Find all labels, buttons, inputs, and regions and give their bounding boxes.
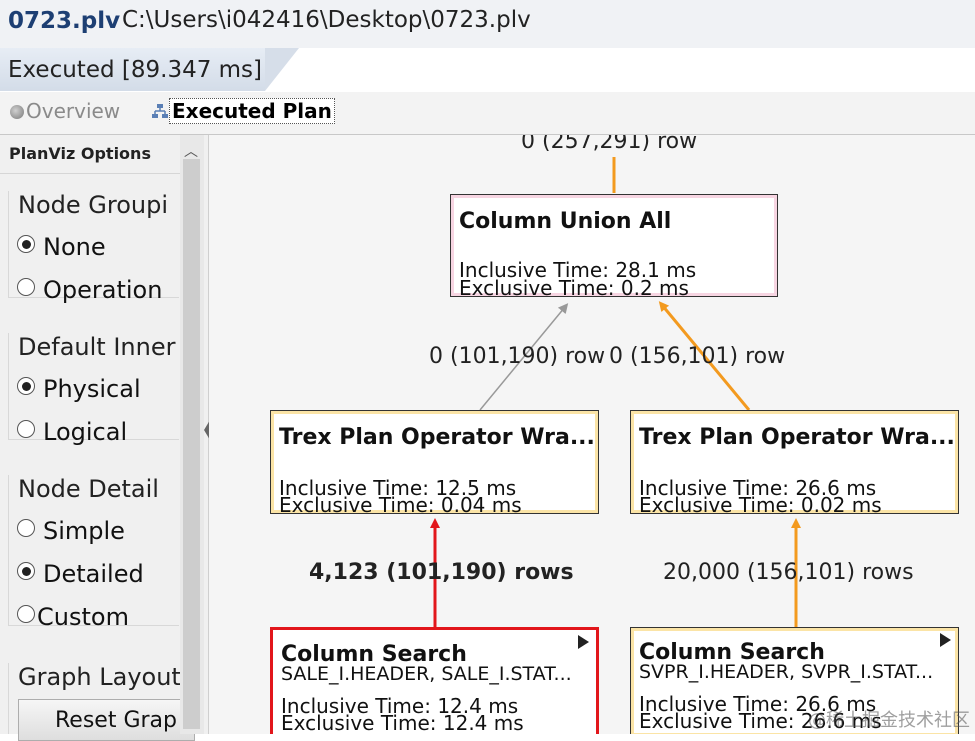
tab-executed-plan[interactable]: Executed Plan [152,98,335,124]
tab-overview[interactable]: Overview [10,99,120,123]
radio-physical[interactable]: Physical [17,375,141,403]
radio-icon [17,519,35,537]
radio-icon [17,278,35,296]
radio-icon [17,235,35,253]
radio-icon [17,562,35,580]
radio-label: Simple [43,517,125,545]
node-exclusive-time: Exclusive Time: 12.4 ms [281,711,524,734]
node-title: Trex Plan Operator Wra... [279,425,595,450]
radio-label: Operation [43,276,163,304]
tab-overview-label: Overview [26,99,121,123]
scrollbar-thumb[interactable] [183,159,200,729]
radio-operation[interactable]: Operation [17,276,162,304]
node-column-union-all[interactable]: Column Union All Inclusive Time: 28.1 ms… [450,194,778,300]
play-icon[interactable] [578,635,589,649]
tab-executed-plan-label: Executed Plan [169,98,335,124]
tab-wedge [265,48,299,91]
panel-scrollbar[interactable]: ︿ [180,135,204,734]
reset-graph-button[interactable]: Reset Grap [18,699,195,741]
edge-label-top: 0 (257,291) row [521,135,698,154]
planviz-options-panel: PlanViz Options Node Groupi None Operati… [0,135,209,741]
edge-label-left-upper: 0 (101,190) row [429,344,606,369]
node-column-search-left[interactable]: Column Search SALE_I.HEADER, SALE_I.STAT… [270,627,599,734]
group-title: Node Groupi [18,191,168,219]
watermark: @稀土掘金技术社区 [808,710,970,731]
executed-tab[interactable]: Executed [89.347 ms] [0,48,265,91]
radio-label: Logical [43,418,128,446]
edge-label-right-upper: 0 (156,101) row [609,344,786,369]
node-exclusive-time: Exclusive Time: 0.2 ms [459,276,689,300]
edge-label-left-lower: 4,123 (101,190) rows [309,560,574,585]
radio-label: Detailed [43,560,144,588]
node-title: Trex Plan Operator Wra... [639,425,955,450]
group-title: Graph Layout [18,663,180,691]
group-title: Default Inner [18,333,176,361]
edge-label-right-lower: 20,000 (156,101) rows [663,560,914,585]
radio-label: None [43,233,106,261]
play-icon[interactable] [940,633,951,647]
panel-header: PlanViz Options [0,135,180,174]
plan-graph-canvas[interactable]: 0 (257,291) row Column Union All Inclusi… [209,135,975,734]
chevron-up-icon[interactable]: ︿ [184,141,198,161]
executed-tab-label: Executed [89.347 ms] [8,57,263,83]
node-subtitle: SALE_I.HEADER, SALE_I.STAT... [281,663,572,685]
radio-icon [17,377,35,395]
plan-tree-icon [152,104,168,118]
radio-label: Physical [43,375,141,403]
file-name: 0723.plv [8,8,121,34]
reset-graph-label: Reset Grap [55,708,177,733]
overview-icon [10,105,24,119]
radio-detailed[interactable]: Detailed [17,560,144,588]
node-trex-right[interactable]: Trex Plan Operator Wra... Inclusive Time… [630,410,959,517]
view-tabs: Overview Executed Plan [0,92,975,135]
radio-icon [17,605,35,623]
title-bar: 0723.plv C:\Users\i042416\Desktop\0723.p… [0,0,975,49]
radio-simple[interactable]: Simple [17,517,125,545]
node-title: Column Union All [459,209,672,234]
radio-label: Custom [37,603,129,631]
panel-content: Node Groupi None Operation Default Inner… [0,173,180,734]
radio-custom[interactable]: Custom [17,603,129,631]
radio-icon [17,420,35,438]
node-trex-left[interactable]: Trex Plan Operator Wra... Inclusive Time… [270,410,599,517]
executed-tab-strip: Executed [89.347 ms] [0,48,975,93]
radio-logical[interactable]: Logical [17,418,127,446]
panel-title: PlanViz Options [9,144,151,163]
radio-none[interactable]: None [17,233,106,261]
node-subtitle: SVPR_I.HEADER, SVPR_I.STAT... [639,661,934,683]
node-exclusive-time: Exclusive Time: 0.02 ms [639,493,882,517]
file-path: C:\Users\i042416\Desktop\0723.plv [122,7,531,33]
group-title: Node Detail [18,475,159,503]
node-exclusive-time: Exclusive Time: 0.04 ms [279,493,522,517]
